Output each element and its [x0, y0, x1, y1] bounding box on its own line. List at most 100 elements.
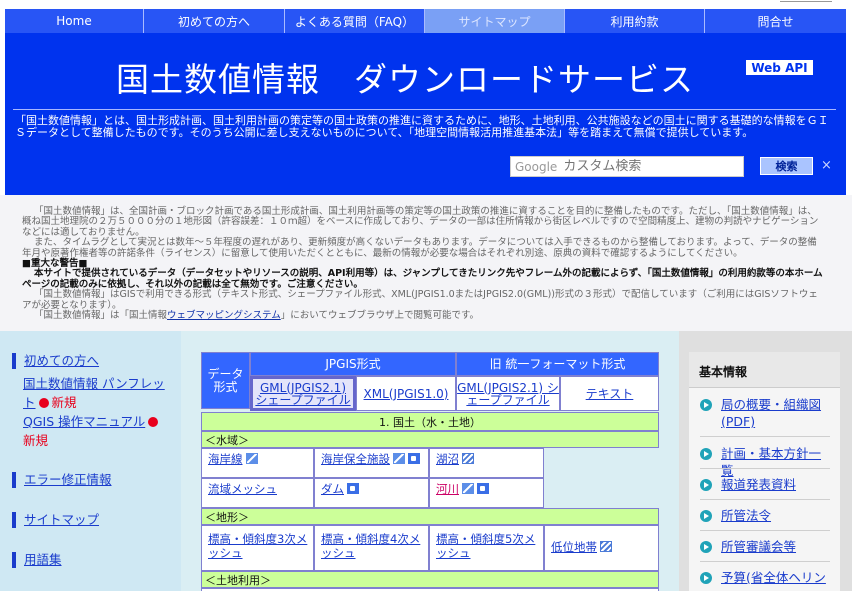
search-button[interactable]: 検索 — [760, 157, 813, 175]
nav-sitemap[interactable]: サイトマップ — [425, 9, 565, 33]
nav-faq[interactable]: よくある質問（FAQ） — [285, 9, 425, 33]
tab-gml-jpgis21[interactable]: GML(JPGIS2.1) シェープファイル — [250, 376, 356, 411]
right-nav-item: 局の概要・組織図(PDF) — [700, 396, 830, 430]
web-api-button[interactable]: Web API — [746, 60, 813, 75]
tab-xml-jpgis10[interactable]: XML(JPGIS1.0) — [356, 376, 456, 411]
coastline-link[interactable]: 海岸線 — [208, 452, 243, 466]
left-nav-qgis[interactable]: QGIS 操作マニュアル — [23, 414, 145, 429]
notice-p4-post: 」においてウェブブラウザ上で閲覧可能です。 — [280, 310, 480, 322]
search-input[interactable] — [563, 159, 724, 174]
right-nav-divider — [700, 436, 830, 437]
tab-gml-old[interactable]: GML(JPGIS2.1) シェープファイル — [456, 376, 560, 411]
notice-paragraph-3: 「国土数値情報」はGISで利用できる形式（テキスト形式、シェープファイル形式、X… — [22, 289, 818, 311]
section-title: 1. 国土（水・土地） — [201, 412, 659, 431]
data-cell-lakes: 湖沼 — [429, 448, 544, 478]
notice-paragraph-4: 「国土数値情報」は「国土情報ウェブマッピングシステム」においてウェブブラウザ上で… — [22, 310, 826, 322]
point-data-icon — [408, 453, 420, 464]
clear-icon[interactable]: × — [821, 158, 832, 173]
arrow-right-icon — [700, 479, 712, 491]
polygon-data-icon — [462, 453, 474, 464]
site-title: 国土数値情報 ダウンロードサービス — [116, 60, 694, 99]
left-nav-sitemap[interactable]: サイトマップ — [12, 512, 99, 528]
basin-mesh-link[interactable]: 流域メッシュ — [208, 482, 277, 496]
jpgis-group-header: JPGIS形式 — [250, 352, 456, 376]
subsection-terrain: ＜地形＞ — [201, 508, 659, 525]
tab-text[interactable]: テキスト — [560, 376, 659, 411]
notice-paragraph-1: 「国土数値情報」は、全国計画・ブロック計画である国土形成計画、国土利用計画等の策… — [22, 206, 819, 238]
data-cell-dam: ダム — [314, 478, 429, 508]
right-nav-item: 計画・基本方針一覧 — [700, 445, 830, 479]
nav-beginner[interactable]: 初めての方へ — [144, 9, 285, 33]
basic-info-heading: 基本情報 — [689, 352, 840, 388]
subsection-landuse: ＜土地利用＞ — [201, 571, 659, 588]
right-nav-plans-link[interactable]: 計画・基本方針一覧 — [700, 445, 830, 479]
data-cell-river: 河川 — [429, 478, 544, 508]
right-nav-press-link[interactable]: 報道発表資料 — [700, 476, 830, 493]
elevation-3-link[interactable]: 標高・傾斜度3次メッシュ — [208, 532, 307, 560]
data-cell-lowland: 低位地帯 — [544, 525, 659, 571]
left-nav-qgis-item: QGIS 操作マニュアル新規 — [23, 412, 173, 450]
nav-terms[interactable]: 利用約款 — [565, 9, 705, 33]
search-box: Google — [510, 156, 744, 177]
top-edge-line — [780, 0, 832, 2]
new-badge: 新規 — [51, 395, 77, 410]
old-format-group-header: 旧 統一フォーマット形式 — [456, 352, 659, 376]
right-nav-divider — [700, 561, 830, 562]
google-logo: Google — [515, 159, 558, 174]
lakes-link[interactable]: 湖沼 — [436, 452, 459, 466]
notice-paragraph-2: また、タイムラグとして実況とは数年～５年程度の遅れがあり、更新頻度が高くないデー… — [22, 237, 817, 259]
arrow-right-icon — [700, 448, 712, 460]
notice-p4-pre: 「国土数値情報」は「国土情報 — [34, 310, 168, 322]
nav-home[interactable]: Home — [5, 9, 144, 33]
dam-link[interactable]: ダム — [321, 482, 344, 496]
left-sidebar: 初めての方へ 国土数値情報 パンフレット 新規 QGIS 操作マニュアル新規 エラ… — [0, 331, 181, 591]
right-nav-divider — [700, 530, 830, 531]
river-link[interactable]: 河川 — [436, 482, 459, 496]
line-data-icon — [245, 453, 258, 464]
right-nav-divider — [700, 499, 830, 500]
lowland-link[interactable]: 低位地帯 — [551, 540, 597, 554]
polygon-data-icon — [600, 541, 612, 552]
right-nav-councils-link[interactable]: 所管審議会等 — [700, 538, 830, 555]
site-description: 「国土数値情報」とは、国土形成計画、国土利用計画の策定等の国土政策の推進に資する… — [15, 114, 829, 139]
top-strip — [0, 0, 852, 8]
elevation-4-link[interactable]: 標高・傾斜度4次メッシュ — [321, 532, 420, 560]
new-badge: 新規 — [23, 433, 49, 448]
data-cell-elevation-3: 標高・傾斜度3次メッシュ — [201, 525, 314, 571]
notice-text: 「国土数値情報」は、全国計画・ブロック計画である国土形成計画、国土利用計画等の策… — [22, 206, 826, 322]
warning-body: 本サイトで提供されているデータ（データセットやリソースの説明、API利用等）は、… — [22, 268, 823, 290]
right-nav-laws-link[interactable]: 所管法令 — [700, 507, 830, 524]
right-nav-item: 所管審議会等 — [700, 538, 830, 555]
site-header: 国土数値情報 ダウンロードサービス Web API 「国土数値情報」とは、国土形… — [5, 33, 846, 195]
right-nav-bureau-link[interactable]: 局の概要・組織図(PDF) — [700, 396, 830, 430]
arrow-right-icon — [700, 510, 712, 522]
left-nav-pamphlet-item: 国土数値情報 パンフレット 新規 — [23, 374, 173, 412]
point-data-icon — [347, 483, 359, 494]
coastal-facility-link[interactable]: 海岸保全施設 — [321, 452, 390, 466]
new-dot-icon — [38, 398, 49, 408]
data-cell-coastline: 海岸線 — [201, 448, 314, 478]
point-data-icon — [477, 483, 489, 494]
global-nav: Home 初めての方へ よくある質問（FAQ） サイトマップ 利用約款 問合せ — [5, 9, 846, 33]
left-nav-errata[interactable]: エラー修正情報 — [12, 472, 112, 488]
arrow-right-icon — [700, 572, 712, 584]
page: Home 初めての方へ よくある質問（FAQ） サイトマップ 利用約款 問合せ … — [0, 0, 852, 591]
right-nav-divider — [700, 468, 830, 469]
web-mapping-link[interactable]: ウェブマッピングシステム — [167, 310, 281, 321]
left-nav-glossary[interactable]: 用語集 — [12, 552, 62, 568]
new-dot-icon — [148, 417, 159, 427]
right-nav-budget-link[interactable]: 予算(省全体ヘリン — [700, 569, 830, 586]
data-cell-basin-mesh: 流域メッシュ — [201, 478, 314, 508]
left-nav-beginner[interactable]: 初めての方へ — [12, 353, 99, 369]
arrow-right-icon — [700, 399, 712, 411]
nav-contact[interactable]: 問合せ — [705, 9, 846, 33]
subsection-water: ＜水域＞ — [201, 431, 659, 448]
header-divider — [13, 109, 836, 110]
right-nav-item: 所管法令 — [700, 507, 830, 524]
elevation-5-link[interactable]: 標高・傾斜度5次メッシュ — [436, 532, 535, 560]
notice-panel: 「国土数値情報」は、全国計画・ブロック計画である国土形成計画、国土利用計画等の策… — [0, 195, 852, 331]
right-nav-item: 予算(省全体ヘリン — [700, 569, 830, 586]
data-cell-elevation-4: 標高・傾斜度4次メッシュ — [314, 525, 429, 571]
line-data-icon — [462, 483, 474, 494]
arrow-right-icon — [700, 541, 712, 553]
